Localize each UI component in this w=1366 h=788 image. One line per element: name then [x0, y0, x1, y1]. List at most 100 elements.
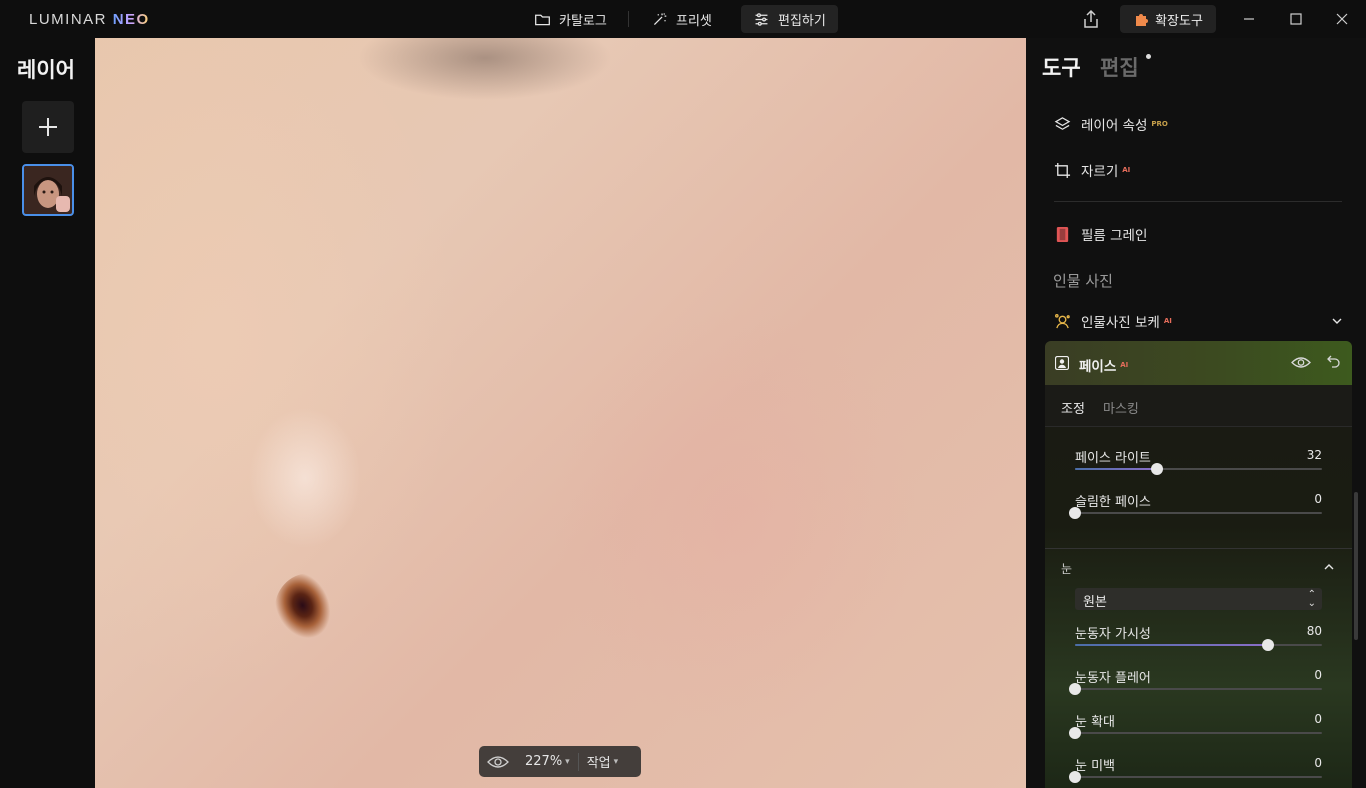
slider-fill	[1075, 644, 1268, 646]
slider-value: 0	[1314, 668, 1322, 682]
eye-icon[interactable]	[487, 755, 509, 769]
slider-track[interactable]	[1069, 727, 1322, 739]
nav-divider	[628, 11, 629, 27]
app-logo: LUMINAR NEO	[29, 11, 150, 28]
crop-icon	[1054, 162, 1071, 178]
tools-panel-scrollbar[interactable]	[1354, 492, 1358, 640]
chevron-down-icon[interactable]: ▾	[614, 757, 619, 767]
slider-iris-visibility[interactable]: 눈동자 가시성 80	[1075, 623, 1322, 651]
slider-slim-face[interactable]: 슬림한 페이스 0	[1069, 491, 1322, 519]
photo-canvas[interactable]: 227% ▾ 작업 ▾	[95, 38, 1026, 788]
layers-title: 레이어	[17, 58, 75, 82]
nav-catalog[interactable]: 카탈로그	[522, 5, 619, 33]
select-arrows-icon: ⌃ ⌄	[1307, 589, 1316, 609]
slider-knob[interactable]	[1069, 771, 1081, 783]
tool-layer-properties[interactable]: 레이어 속성 PRO	[1054, 114, 1168, 134]
tool-film-grain[interactable]: 필름 그레인	[1054, 224, 1147, 244]
tool-layer-properties-label: 레이어 속성	[1081, 118, 1148, 134]
slider-eye-enlarge[interactable]: 눈 확대 0	[1069, 711, 1322, 739]
face-tool-header[interactable]: 페이스 AI	[1045, 341, 1352, 385]
top-bar: LUMINAR NEO 카탈로그 프리셋 편집하기 확장도구	[0, 0, 1366, 38]
slider-value: 0	[1314, 712, 1322, 726]
subtab-adjust[interactable]: 조정	[1061, 398, 1085, 417]
slider-eye-whitening[interactable]: 눈 미백 0	[1069, 755, 1322, 783]
nav-edit-label: 편집하기	[778, 13, 826, 29]
slider-value: 80	[1306, 624, 1322, 638]
pro-badge: PRO	[1151, 120, 1168, 128]
slider-track[interactable]	[1075, 463, 1322, 475]
tool-crop[interactable]: 자르기 AI	[1054, 160, 1130, 180]
slider-value: 0	[1314, 492, 1322, 506]
extensions-button[interactable]: 확장도구	[1120, 5, 1216, 33]
minimize-icon[interactable]	[1242, 12, 1256, 26]
slider-value: 32	[1306, 448, 1322, 462]
tool-film-grain-label: 필름 그레인	[1081, 228, 1148, 244]
work-menu[interactable]: 작업	[587, 752, 611, 771]
portrait-section-label: 인물 사진	[1053, 272, 1113, 290]
slider-label: 눈 확대	[1075, 715, 1116, 730]
slider-label: 눈동자 플레어	[1075, 671, 1151, 686]
layers-icon	[1054, 116, 1071, 130]
edit-indicator-dot	[1146, 54, 1151, 59]
add-layer-button[interactable]	[22, 101, 74, 153]
slider-knob[interactable]	[1150, 463, 1163, 475]
chevron-down-icon[interactable]	[1331, 315, 1343, 327]
slider-face-light[interactable]: 페이스 라이트 32	[1075, 447, 1322, 475]
tools-divider	[1054, 201, 1342, 202]
eye-section-divider	[1045, 548, 1352, 549]
slider-track[interactable]	[1069, 771, 1322, 783]
slider-label: 슬림한 페이스	[1075, 495, 1151, 510]
face-icon	[1055, 356, 1069, 370]
face-subtabs: 조정 마스킹	[1045, 385, 1352, 427]
logo-text: LUMINAR	[29, 11, 108, 28]
slider-track[interactable]	[1075, 639, 1322, 651]
magic-wand-icon	[653, 12, 667, 25]
ai-badge: AI	[1163, 317, 1172, 325]
extensions-label: 확장도구	[1155, 13, 1203, 29]
ai-badge: AI	[1120, 361, 1129, 369]
nav-edit[interactable]: 편집하기	[741, 5, 838, 33]
slider-knob[interactable]	[1069, 727, 1081, 739]
layer-thumbnail[interactable]	[22, 164, 74, 216]
ai-badge: AI	[1122, 166, 1131, 174]
maximize-icon[interactable]	[1289, 12, 1303, 26]
tool-crop-label: 자르기	[1081, 164, 1119, 180]
sliders-icon	[755, 12, 768, 26]
chevron-down-icon[interactable]: ▾	[565, 757, 570, 767]
slider-fill	[1075, 468, 1157, 470]
plus-icon	[39, 118, 57, 136]
slider-knob[interactable]	[1069, 507, 1081, 519]
slider-iris-flare[interactable]: 눈동자 플레어 0	[1069, 667, 1322, 695]
eye-preset-value: 원본	[1083, 595, 1107, 610]
zoom-level[interactable]: 227%	[525, 754, 562, 769]
portrait-thumbnail-image	[24, 166, 72, 214]
close-icon[interactable]	[1335, 12, 1349, 26]
nav-catalog-label: 카탈로그	[559, 13, 607, 29]
nav-presets[interactable]: 프리셋	[639, 5, 724, 33]
slider-track[interactable]	[1069, 507, 1322, 519]
tab-edit[interactable]: 편집	[1100, 52, 1139, 82]
logo-neo-text: NEO	[112, 11, 150, 28]
slider-knob[interactable]	[1069, 683, 1081, 695]
slider-label: 페이스 라이트	[1075, 451, 1151, 466]
subtab-masking[interactable]: 마스킹	[1103, 398, 1139, 417]
folder-icon	[535, 14, 550, 25]
zoom-divider	[577, 752, 579, 771]
slider-knob[interactable]	[1261, 639, 1274, 651]
eye-icon[interactable]	[1291, 356, 1311, 369]
slider-label: 눈 미백	[1075, 759, 1116, 774]
face-tool-panel: 페이스 AI 조정 마스킹 페이스 라이트 32 슬림한 페이스 0 눈 원본 ⌃…	[1045, 341, 1352, 788]
slider-label: 눈동자 가시성	[1075, 627, 1151, 642]
slider-track[interactable]	[1069, 683, 1322, 695]
eye-preset-select[interactable]: 원본 ⌃ ⌄	[1075, 588, 1322, 610]
tab-tools[interactable]: 도구	[1042, 52, 1081, 82]
photo-nostril	[263, 561, 357, 655]
slider-value: 0	[1314, 756, 1322, 770]
chevron-up-icon[interactable]	[1323, 561, 1335, 573]
tools-panel: 도구 편집 레이어 속성 PRO 자르기 AI 필름 그레인 인물 사진 인물사진 …	[1026, 38, 1366, 788]
film-icon	[1056, 226, 1069, 242]
eye-section-label[interactable]: 눈	[1061, 560, 1072, 577]
undo-icon[interactable]	[1326, 354, 1341, 369]
share-icon[interactable]	[1082, 9, 1100, 29]
tool-portrait-bokeh[interactable]: 인물사진 보케 AI	[1054, 311, 1172, 331]
